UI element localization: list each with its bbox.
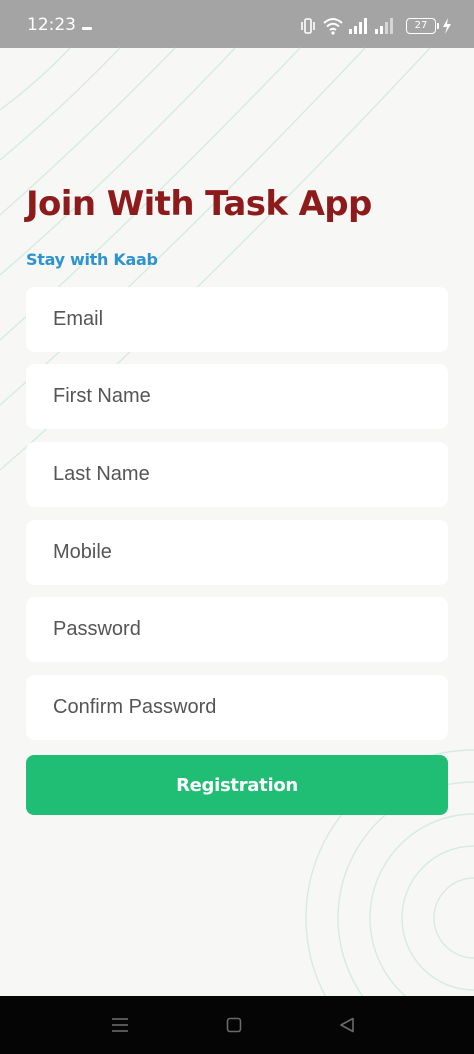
password-field[interactable] [26,597,448,662]
confirm-password-field[interactable] [26,675,448,740]
last-name-field[interactable] [26,442,448,507]
navigation-bar [0,996,474,1054]
mobile-field[interactable] [26,520,448,585]
back-icon[interactable] [332,1010,362,1040]
home-icon[interactable] [219,1010,249,1040]
email-field[interactable] [26,287,448,352]
menu-icon[interactable] [105,1010,135,1040]
page-title: Join With Task App [26,184,372,224]
first-name-field[interactable] [26,364,448,429]
registration-button[interactable]: Registration [26,755,448,815]
page-subtitle: Stay with Kaab [26,250,158,269]
